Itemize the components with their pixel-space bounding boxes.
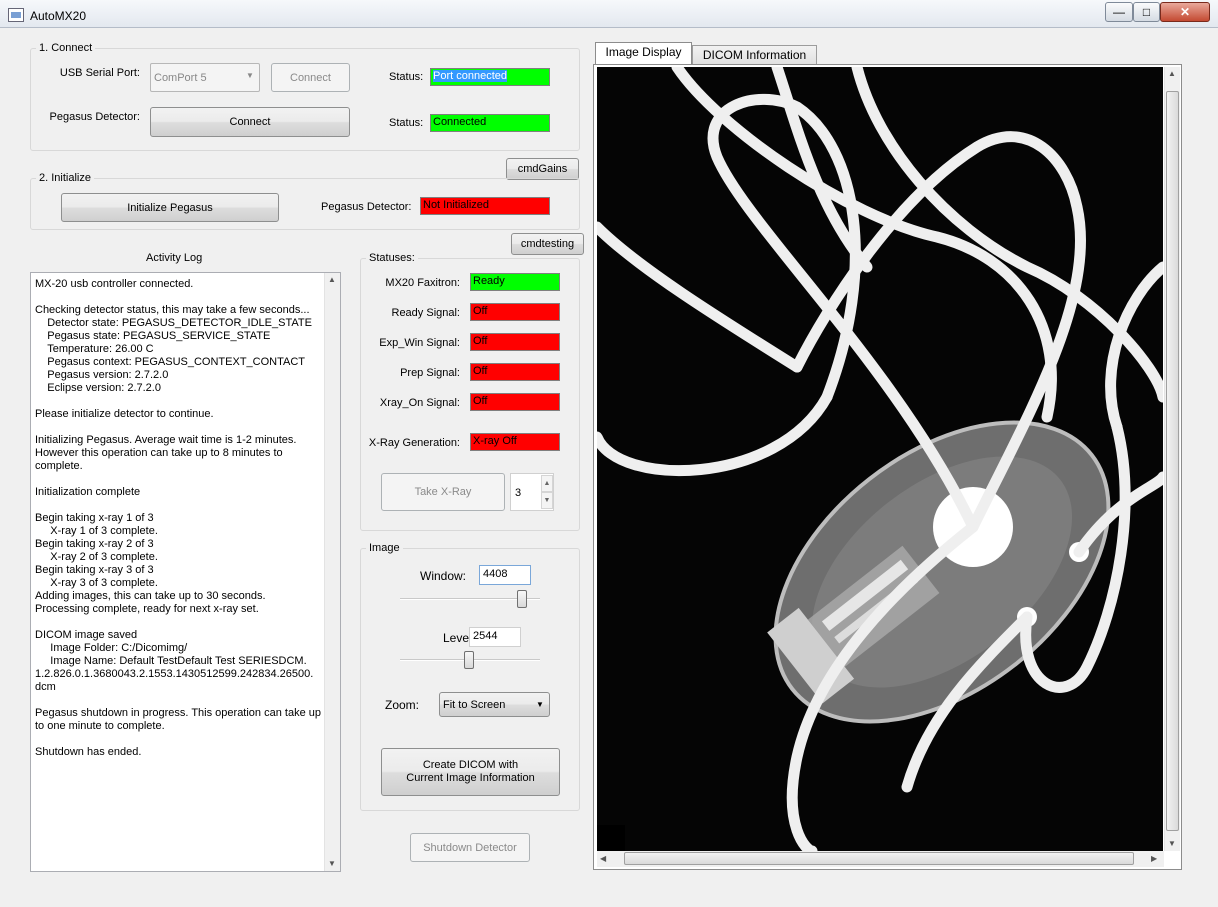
- tab-image-display[interactable]: Image Display: [595, 42, 692, 65]
- xray-on-signal-label: Xray_On Signal:: [379, 397, 460, 409]
- usb-port-value: ComPort 5: [154, 72, 207, 84]
- level-input[interactable]: 2544: [469, 627, 521, 647]
- ready-signal-status: Off: [470, 303, 560, 321]
- image-vertical-scrollbar[interactable]: ▲ ▼: [1164, 67, 1180, 851]
- zoom-select-value: Fit to Screen: [443, 698, 506, 711]
- window-input[interactable]: 4408: [479, 565, 531, 585]
- activity-log[interactable]: MX-20 usb controller connected. Checking…: [30, 272, 341, 872]
- connect-group-label: 1. Connect: [36, 42, 96, 54]
- xray-generation-status: X-ray Off: [470, 433, 560, 451]
- activity-log-title: Activity Log: [146, 252, 203, 264]
- log-scrollbar[interactable]: ▲ ▼: [324, 273, 340, 871]
- initialize-pegasus-button[interactable]: Initialize Pegasus: [61, 193, 279, 222]
- tab-dicom-information[interactable]: DICOM Information: [692, 45, 817, 65]
- window-slider[interactable]: [400, 590, 540, 610]
- faxitron-status: Ready: [470, 273, 560, 291]
- level-slider[interactable]: [400, 651, 540, 671]
- initialize-detector-label: Pegasus Detector:: [321, 201, 412, 213]
- window-title: AutoMX20: [30, 9, 87, 23]
- xray-on-signal-status: Off: [470, 393, 560, 411]
- create-dicom-line1: Create DICOM with: [422, 759, 519, 771]
- faxitron-label: MX20 Faxitron:: [385, 277, 460, 289]
- xray-image: [597, 67, 1163, 851]
- scroll-down-icon[interactable]: ▼: [328, 859, 336, 868]
- close-button[interactable]: ✕: [1160, 2, 1210, 22]
- image-hscroll-thumb[interactable]: [624, 852, 1134, 865]
- usb-connect-button[interactable]: Connect: [271, 63, 350, 92]
- window-slider-thumb[interactable]: [517, 590, 527, 608]
- prep-signal-status: Off: [470, 363, 560, 381]
- usb-serial-label: USB Serial Port:: [59, 67, 140, 79]
- shutdown-detector-button[interactable]: Shutdown Detector: [410, 833, 530, 862]
- window-label: Window:: [420, 569, 467, 583]
- chevron-down-icon: ▼: [536, 700, 544, 709]
- cmd-testing-button[interactable]: cmdtesting: [511, 233, 584, 255]
- usb-status-label: Status:: [389, 71, 424, 83]
- minimize-button[interactable]: —: [1105, 2, 1133, 22]
- image-display-panel: ▲ ▼ ◀ ▶: [593, 64, 1182, 870]
- exp-win-signal-status: Off: [470, 333, 560, 351]
- spin-up-icon[interactable]: ▲: [541, 475, 553, 492]
- image-vscroll-thumb[interactable]: [1166, 91, 1179, 831]
- pegasus-status-label: Status:: [389, 117, 424, 129]
- exp-win-signal-label: Exp_Win Signal:: [379, 337, 460, 349]
- statuses-group-label: Statuses:: [366, 252, 418, 264]
- take-xray-button[interactable]: Take X-Ray: [381, 473, 505, 511]
- prep-signal-label: Prep Signal:: [400, 367, 460, 379]
- scroll-left-icon[interactable]: ◀: [600, 854, 606, 863]
- title-bar: AutoMX20 — □ ✕: [0, 0, 1218, 28]
- xray-count-value: 3: [515, 487, 522, 499]
- initialize-detector-status: Not Initialized: [420, 197, 550, 215]
- image-horizontal-scrollbar[interactable]: ◀ ▶: [597, 851, 1164, 867]
- level-slider-thumb[interactable]: [463, 651, 474, 669]
- pegasus-status-value: Connected: [430, 114, 550, 132]
- scroll-down-icon[interactable]: ▼: [1168, 839, 1176, 848]
- pegasus-detector-label: Pegasus Detector:: [49, 111, 141, 123]
- zoom-label: Zoom:: [385, 698, 420, 712]
- scroll-up-icon[interactable]: ▲: [1168, 69, 1176, 78]
- spin-down-icon[interactable]: ▼: [541, 492, 553, 509]
- maximize-button[interactable]: □: [1133, 2, 1160, 22]
- app-window-icon: [8, 8, 24, 22]
- xray-generation-label: X-Ray Generation:: [368, 437, 460, 449]
- xray-count-spinbox[interactable]: 3 ▲ ▼: [510, 473, 554, 511]
- chevron-down-icon: ▼: [246, 71, 254, 80]
- usb-status-value: Port connected: [430, 68, 550, 86]
- activity-log-text: MX-20 usb controller connected. Checking…: [35, 278, 321, 758]
- scroll-up-icon[interactable]: ▲: [328, 275, 336, 284]
- image-group-label: Image: [366, 542, 403, 554]
- usb-port-select[interactable]: ComPort 5 ▼: [150, 63, 260, 92]
- scroll-right-icon[interactable]: ▶: [1151, 854, 1157, 863]
- cmd-gains-button[interactable]: cmdGains: [506, 158, 579, 180]
- create-dicom-button[interactable]: Create DICOM with Current Image Informat…: [381, 748, 560, 796]
- zoom-select[interactable]: Fit to Screen ▼: [439, 692, 550, 717]
- initialize-group-label: 2. Initialize: [36, 172, 94, 184]
- create-dicom-line2: Current Image Information: [406, 772, 535, 784]
- pegasus-connect-button[interactable]: Connect: [150, 107, 350, 137]
- ready-signal-label: Ready Signal:: [391, 307, 461, 319]
